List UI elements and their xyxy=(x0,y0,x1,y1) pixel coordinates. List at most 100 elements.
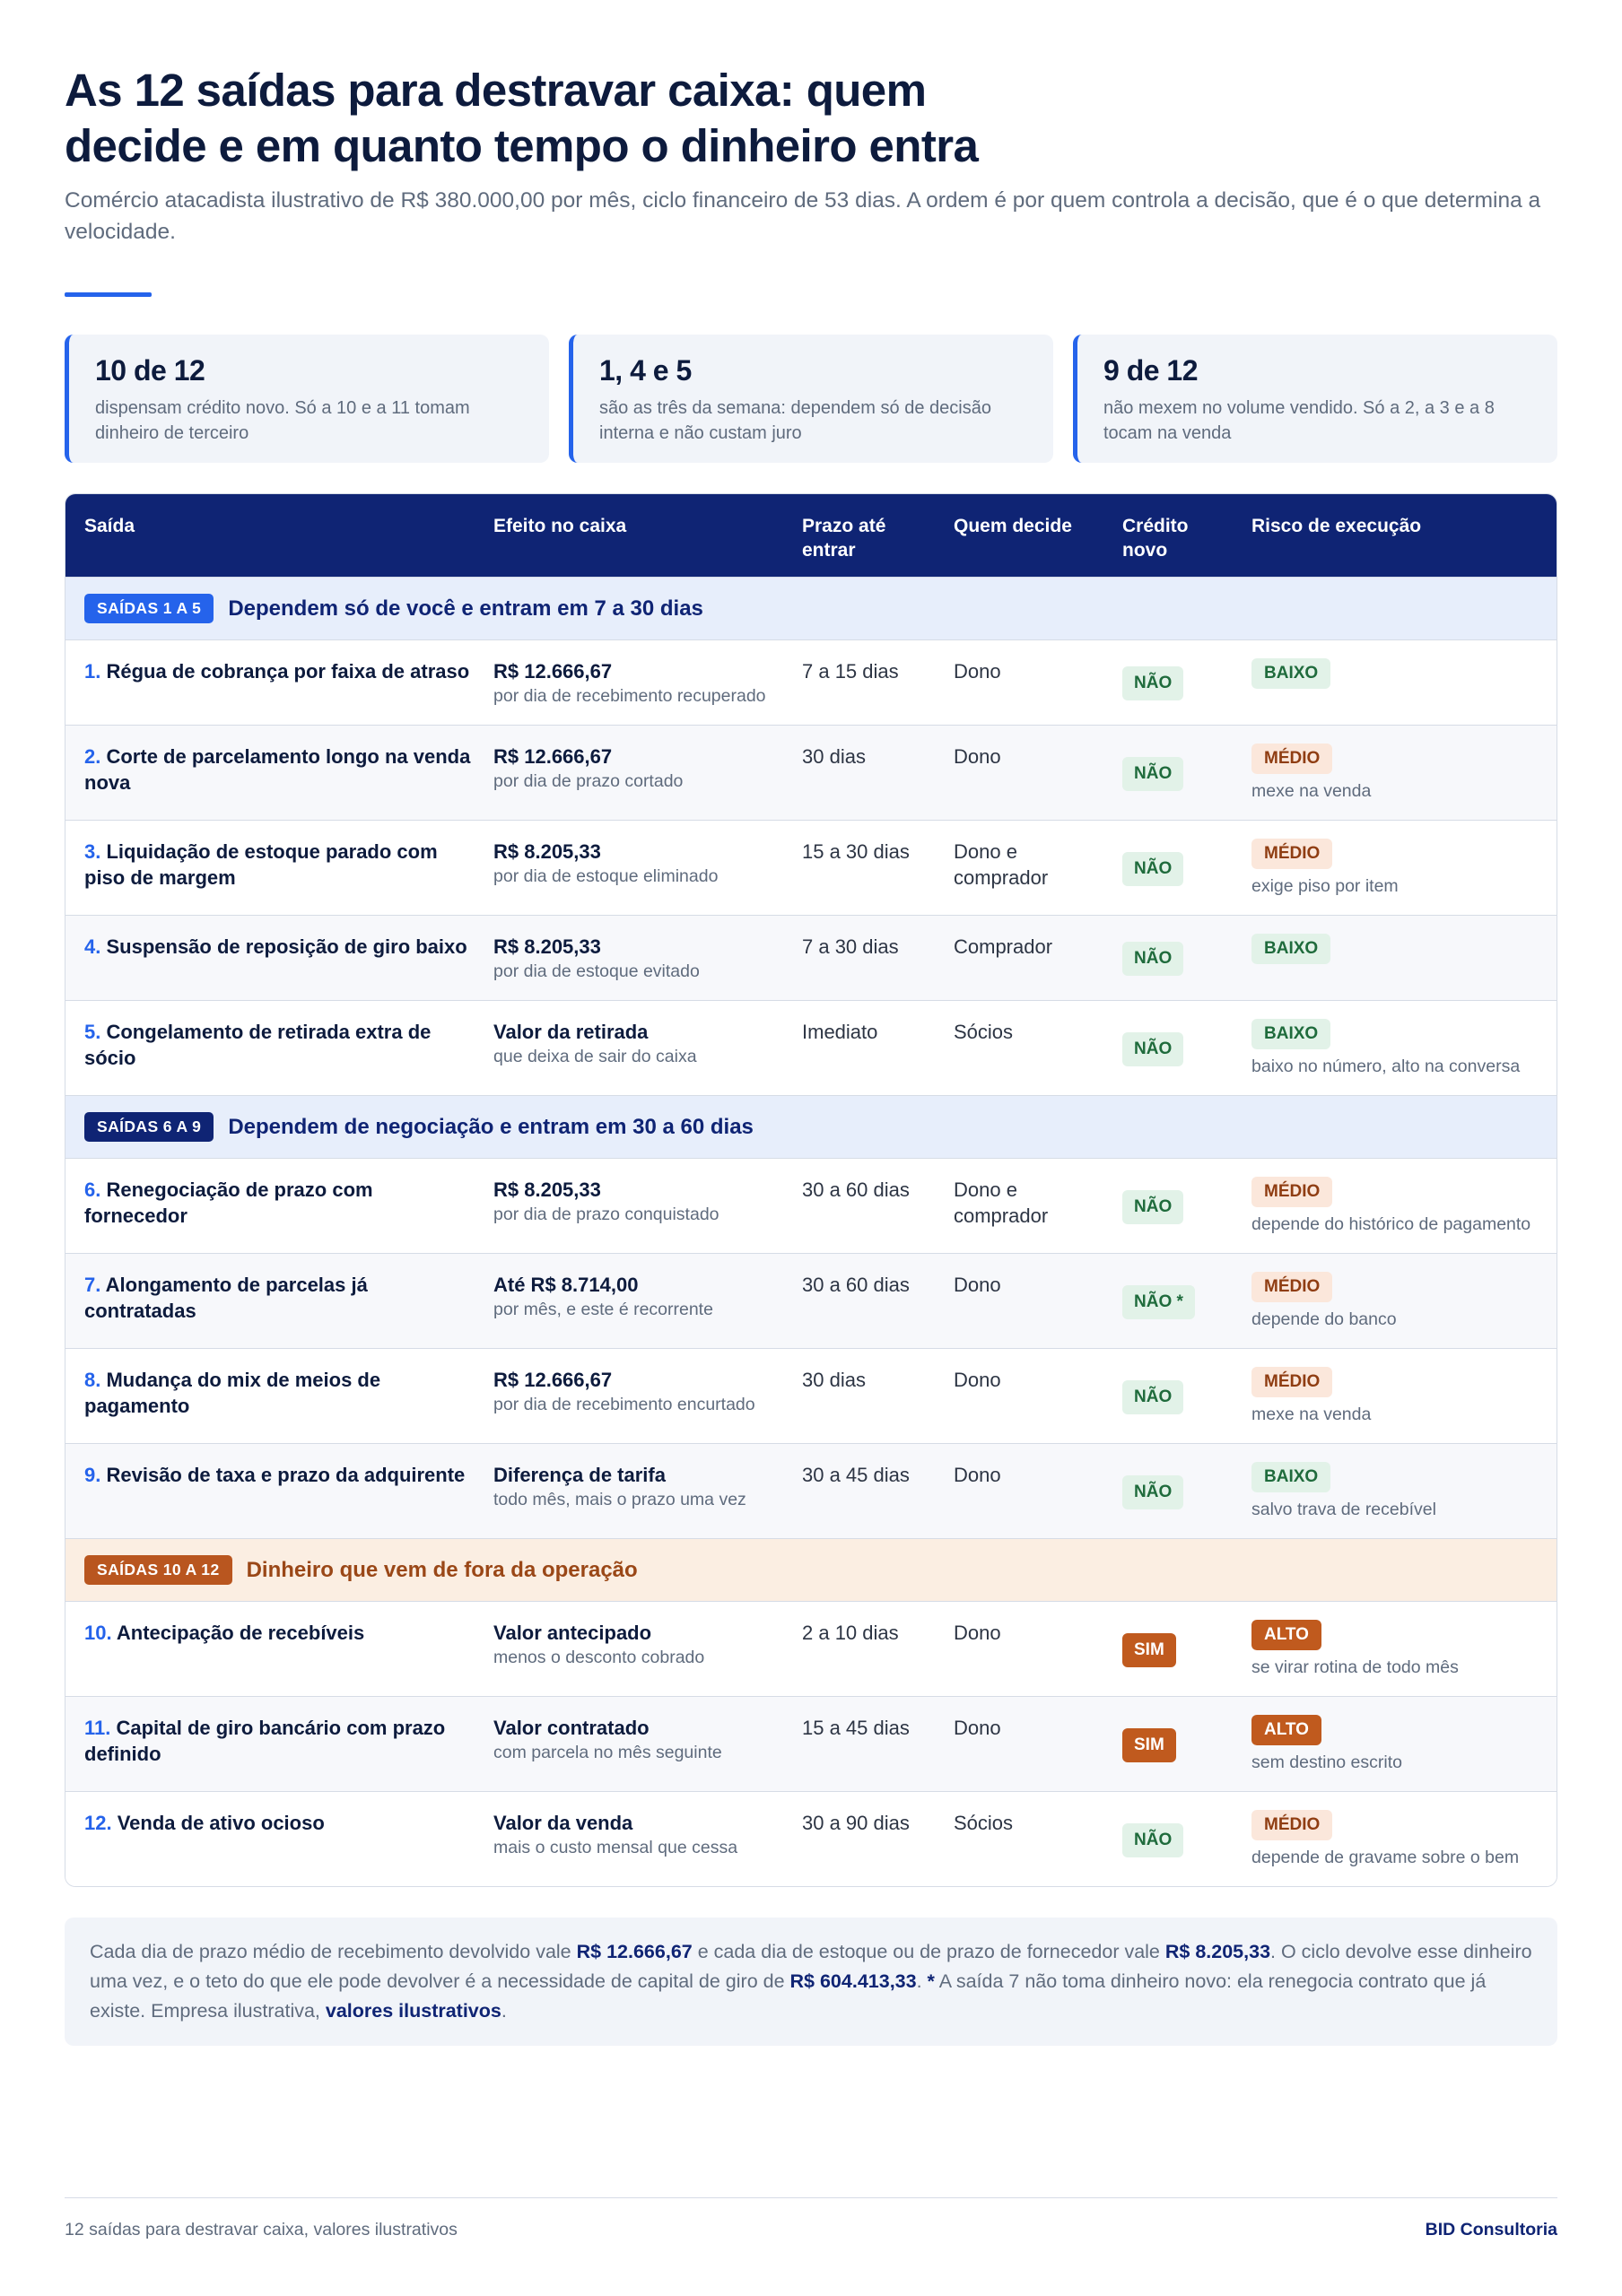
title-line-2: decide e em quanto tempo o dinheiro entr… xyxy=(65,120,979,171)
risk-note: mexe na venda xyxy=(1251,781,1372,801)
exit-number: 12. xyxy=(84,1812,112,1834)
risk-badge: MÉDIO xyxy=(1251,1810,1333,1840)
table-row: 12. Venda de ativo ocioso Valor da venda m… xyxy=(65,1791,1557,1886)
title-line-1: As 12 saídas para destravar caixa: quem xyxy=(65,65,927,116)
table-body: SAÍDAS 1 A 5 Dependem só de você e entram… xyxy=(65,577,1557,1886)
stat-value: 1, 4 e 5 xyxy=(599,354,692,387)
deadline-cell: 30 a 60 dias xyxy=(802,1274,910,1296)
section-badge: SAÍDAS 10 A 12 xyxy=(84,1555,232,1585)
cash-effect-detail: por dia de prazo cortado xyxy=(493,771,684,791)
table-row: 6. Renegociação de prazo com fornecedor R… xyxy=(65,1158,1557,1253)
exit-name-cell: 11. Capital de giro bancário com prazo d… xyxy=(65,1697,493,1791)
cash-effect-cell: R$ 8.205,33 por dia de estoque evitado xyxy=(493,916,802,1000)
exit-name-cell: 6. Renegociação de prazo com fornecedor xyxy=(65,1159,493,1253)
footnote-text: e cada dia de estoque ou de prazo de for… xyxy=(692,1941,1165,1962)
column-header-efeito: Efeito no caixa xyxy=(493,516,627,536)
table-row: 10. Antecipação de recebíveis Valor antec… xyxy=(65,1601,1557,1696)
risk-badge: BAIXO xyxy=(1251,658,1331,689)
risk-note: baixo no número, alto na conversa xyxy=(1251,1057,1521,1076)
risk-note: se virar rotina de todo mês xyxy=(1251,1657,1459,1677)
column-header-risco: Risco de execução xyxy=(1251,516,1422,536)
table-row: 9. Revisão de taxa e prazo da adquirente… xyxy=(65,1443,1557,1538)
footnote-value: R$ 604.413,33 xyxy=(789,1970,917,1992)
exit-name: Congelamento de retirada extra de sócio xyxy=(84,1021,432,1069)
cash-effect-cell: Valor antecipado menos o desconto cobrado xyxy=(493,1602,802,1696)
exit-name-cell: 3. Liquidação de estoque parado com piso… xyxy=(65,821,493,915)
decider-cell: Sócios xyxy=(954,1812,1014,1834)
deadline-cell: 7 a 30 dias xyxy=(802,935,899,958)
footnote-asterisk: * xyxy=(927,1970,935,1992)
stat-value: 9 de 12 xyxy=(1103,354,1199,387)
cash-effect-cell: Diferença de tarifa todo mês, mais o praz… xyxy=(493,1444,802,1538)
section-header: SAÍDAS 10 A 12 Dinheiro que vem de fora d… xyxy=(65,1538,1557,1601)
risk-badge: BAIXO xyxy=(1251,1019,1331,1049)
cash-effect-detail: por dia de recebimento recuperado xyxy=(493,686,766,706)
exit-number: 5. xyxy=(84,1021,101,1043)
table-row: 8. Mudança do mix de meios de pagamento R… xyxy=(65,1348,1557,1443)
exits-table: Saída Efeito no caixa Prazo até entrar Q… xyxy=(65,493,1557,1887)
exit-name-cell: 7. Alongamento de parcelas já contratada… xyxy=(65,1254,493,1348)
deadline-cell: 30 a 90 dias xyxy=(802,1812,910,1834)
decider-cell: Dono xyxy=(954,660,1001,683)
credit-badge: NÃO xyxy=(1122,1474,1184,1509)
exit-name-cell: 4. Suspensão de reposição de giro baixo xyxy=(65,916,493,1000)
section-title: Dinheiro que vem de fora da operação xyxy=(246,1557,638,1582)
exit-name-cell: 1. Régua de cobrança por faixa de atraso xyxy=(65,640,493,725)
column-header-saida: Saída xyxy=(84,516,135,536)
exit-name: Régua de cobrança por faixa de atraso xyxy=(106,660,470,683)
credit-badge: NÃO xyxy=(1122,1189,1184,1224)
exit-number: 9. xyxy=(84,1464,101,1486)
risk-note: depende de gravame sobre o bem xyxy=(1251,1848,1520,1867)
section-header: SAÍDAS 1 A 5 Dependem só de você e entram… xyxy=(65,577,1557,639)
exit-name-cell: 2. Corte de parcelamento longo na venda … xyxy=(65,726,493,820)
decider-cell: Dono e comprador xyxy=(954,840,1049,889)
exit-number: 3. xyxy=(84,840,101,863)
exit-number: 8. xyxy=(84,1369,101,1391)
page-footer: 12 saídas para destravar caixa, valores … xyxy=(65,2197,1557,2240)
risk-badge: ALTO xyxy=(1251,1620,1321,1650)
risk-cell: ALTO se virar rotina de todo mês xyxy=(1251,1602,1557,1696)
exit-name: Mudança do mix de meios de pagamento xyxy=(84,1369,381,1417)
exit-name: Liquidação de estoque parado com piso de… xyxy=(84,840,438,889)
risk-cell: MÉDIO depende de gravame sobre o bem xyxy=(1251,1792,1557,1886)
exit-name: Renegociação de prazo com fornecedor xyxy=(84,1178,373,1227)
risk-cell: MÉDIO exige piso por item xyxy=(1251,821,1557,915)
accent-divider xyxy=(65,292,152,297)
exit-name-cell: 12. Venda de ativo ocioso xyxy=(65,1792,493,1886)
risk-note: exige piso por item xyxy=(1251,876,1399,896)
exit-name: Venda de ativo ocioso xyxy=(117,1812,325,1834)
table-row: 1. Régua de cobrança por faixa de atraso… xyxy=(65,639,1557,725)
cash-effect-cell: R$ 12.666,67 por dia de recebimento recup… xyxy=(493,640,802,725)
credit-badge: NÃO xyxy=(1122,1031,1184,1066)
risk-badge: MÉDIO xyxy=(1251,744,1333,774)
exit-number: 11. xyxy=(84,1717,111,1739)
footnote-box: Cada dia de prazo médio de recebimento d… xyxy=(65,1918,1557,2046)
deadline-cell: 2 a 10 dias xyxy=(802,1622,899,1644)
page: As 12 saídas para destravar caixa: quem … xyxy=(0,0,1622,2296)
decider-cell: Dono xyxy=(954,1622,1001,1644)
table-header: Saída Efeito no caixa Prazo até entrar Q… xyxy=(65,494,1557,577)
cash-effect-cell: Valor da retirada que deixa de sair do ca… xyxy=(493,1001,802,1095)
cash-effect-value: R$ 12.666,67 xyxy=(493,660,613,683)
column-header-credito: Crédito novo xyxy=(1122,516,1189,561)
cash-effect-value: Diferença de tarifa xyxy=(493,1464,666,1486)
risk-badge: MÉDIO xyxy=(1251,839,1333,869)
table-row: 3. Liquidação de estoque parado com piso… xyxy=(65,820,1557,915)
credit-badge: NÃO xyxy=(1122,851,1184,886)
cash-effect-detail: menos o desconto cobrado xyxy=(493,1648,705,1667)
risk-cell: BAIXO xyxy=(1251,640,1557,725)
cash-effect-cell: Até R$ 8.714,00 por mês, e este é recorre… xyxy=(493,1254,802,1348)
new-credit-cell: SIM xyxy=(1122,1697,1251,1791)
cash-effect-detail: todo mês, mais o prazo uma vez xyxy=(493,1490,746,1509)
stat-card: 1, 4 e 5 são as três da semana: dependem… xyxy=(569,335,1053,463)
risk-note: mexe na venda xyxy=(1251,1405,1372,1424)
credit-badge: NÃO xyxy=(1122,942,1184,976)
risk-note: salvo trava de recebível xyxy=(1251,1500,1436,1519)
section-title: Dependem só de você e entram em 7 a 30 d… xyxy=(228,596,703,621)
deadline-cell: Imediato xyxy=(802,1021,878,1043)
cash-effect-cell: R$ 8.205,33 por dia de prazo conquistado xyxy=(493,1159,802,1253)
exit-name: Suspensão de reposição de giro baixo xyxy=(106,935,467,958)
cash-effect-value: R$ 8.205,33 xyxy=(493,1178,601,1201)
risk-cell: BAIXO xyxy=(1251,916,1557,1000)
exit-name-cell: 9. Revisão de taxa e prazo da adquirente xyxy=(65,1444,493,1538)
